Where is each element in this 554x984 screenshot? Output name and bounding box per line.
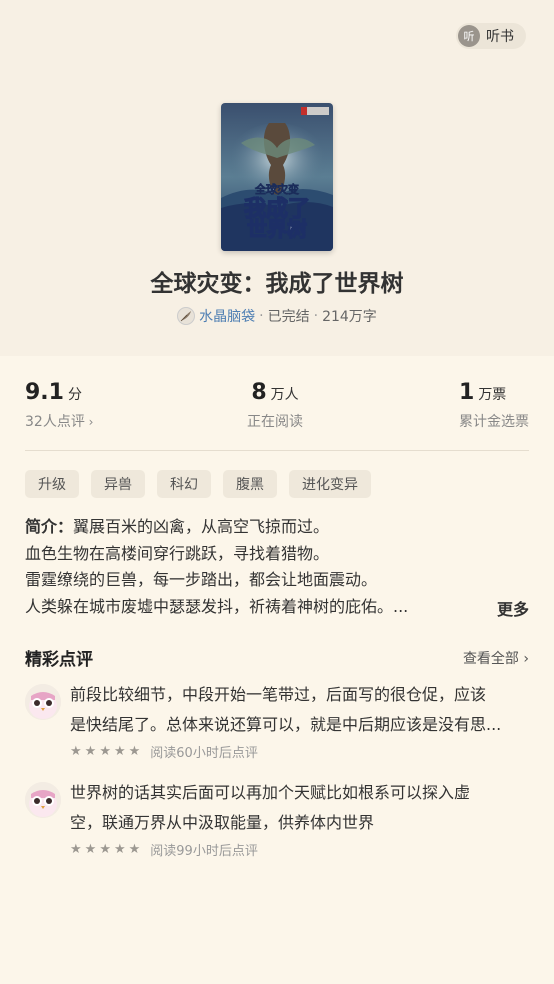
tag-list: 升级 异兽 科幻 腹黑 进化变异 [25, 470, 371, 498]
readers-stat: 8 万人 正在阅读 [247, 380, 303, 431]
intro-line: 翼展百米的凶禽，从高空飞掠而过。 [73, 517, 330, 536]
author-link[interactable]: 水晶脑袋 [199, 306, 255, 326]
votes-unit: 万票 [478, 387, 507, 403]
author-avatar[interactable] [177, 307, 196, 325]
reviewer-avatar[interactable] [25, 782, 61, 818]
rating-value: 9.1 [25, 380, 64, 405]
star-icon: ★ [128, 744, 141, 759]
review-meta: 阅读60小时后点评 [150, 746, 258, 761]
tag[interactable]: 进化变异 [289, 470, 371, 498]
readers-unit: 万人 [270, 387, 299, 403]
star-icon: ★ [128, 842, 141, 857]
book-cover[interactable]: 全球灾变 我成了 世界树 [221, 103, 333, 251]
star-icon: ★ [113, 842, 126, 857]
intro-line: 血色生物在高楼间穿行跳跃，寻找着猎物。 [25, 543, 330, 563]
book-title: 全球灾变：我成了世界树 [150, 271, 404, 297]
svg-text:全球灾变: 全球灾变 [254, 182, 299, 196]
word-count: 214万字 [322, 309, 377, 325]
readers-value: 8 [251, 380, 267, 405]
votes-label: 累计金选票 [459, 414, 529, 430]
votes-stat[interactable]: 1 万票 累计金选票 [459, 380, 529, 431]
reviewer-avatar[interactable] [25, 684, 61, 720]
review-line: 空，联通万界从中汲取能量，供养体内世界 [70, 813, 375, 832]
chevron-right-icon: › [518, 651, 529, 667]
listen-button[interactable]: 听 听书 [456, 23, 526, 49]
owl-avatar-icon [25, 684, 61, 720]
listen-label: 听书 [486, 29, 514, 45]
review-line: 世界树的话其实后面可以再加个天赋比如根系可以探入虚 [70, 783, 471, 802]
star-icon: ★ [113, 744, 126, 759]
review-text: 世界树的话其实后面可以再加个天赋比如根系可以探入虚 空，联通万界从中汲取能量，供… [70, 778, 529, 838]
tag[interactable]: 腹黑 [223, 470, 277, 498]
intro-line: 雷霆缭绕的巨兽，每一步踏出，都会让地面震动。 [25, 570, 378, 589]
votes-value: 1 [459, 380, 475, 405]
rating-count: 32人点评 [25, 414, 85, 430]
chevron-right-icon: › [84, 415, 94, 429]
intro-label: 简介： [25, 517, 74, 536]
star-icon: ★ [70, 744, 82, 759]
tag[interactable]: 升级 [25, 470, 79, 498]
headphone-icon: 听 [458, 25, 480, 47]
review-footer: ★ ★ ★ ★ ★ 阅读60小时后点评 [70, 742, 258, 761]
view-all-label: 查看全部 [462, 651, 519, 667]
rating-unit: 分 [67, 387, 82, 403]
book-status: 已完结 [267, 309, 310, 325]
review-item[interactable]: 世界树的话其实后面可以再加个天赋比如根系可以探入虚 空，联通万界从中汲取能量，供… [25, 782, 529, 862]
star-rating: ★ ★ ★ ★ ★ [70, 745, 140, 758]
review-meta: 阅读99小时后点评 [150, 844, 258, 859]
tag[interactable]: 科幻 [157, 470, 211, 498]
divider [25, 450, 529, 451]
feather-icon [180, 311, 192, 322]
star-icon: ★ [84, 744, 97, 759]
intro-line: 人类躲在城市废墟中瑟瑟发抖，祈祷着神树的庇佑。... [25, 596, 409, 616]
svg-text:世界树: 世界树 [247, 217, 307, 241]
star-rating: ★ ★ ★ ★ ★ [70, 843, 140, 856]
star-icon: ★ [99, 842, 111, 857]
review-text: 前段比较细节，中段开始一笔带过，后面写的很仓促，应该 是快结尾了。总体来说还算可… [70, 680, 529, 740]
readers-label: 正在阅读 [247, 414, 303, 430]
tag[interactable]: 异兽 [91, 470, 145, 498]
book-meta: 水晶脑袋 · 已完结 · 214万字 [0, 306, 554, 326]
separator: · [259, 308, 264, 324]
star-icon: ★ [99, 744, 111, 759]
review-line: 前段比较细节，中段开始一笔带过，后面写的很仓促，应该 [70, 685, 487, 704]
star-icon: ★ [70, 842, 82, 857]
book-stats: 9.1 分 32人点评 › 8 万人 正在阅读 1 万票 累计金选票 [25, 380, 529, 440]
star-icon: ★ [84, 842, 97, 857]
separator: · [313, 308, 319, 324]
review-item[interactable]: 前段比较细节，中段开始一笔带过，后面写的很仓促，应该 是快结尾了。总体来说还算可… [25, 684, 529, 764]
review-line: 是快结尾了。总体来说还算可以，就是中后期应该是没有思... [70, 715, 502, 734]
cover-art: 全球灾变 我成了 世界树 [221, 103, 333, 251]
owl-avatar-icon [25, 782, 61, 818]
book-intro[interactable]: 简介：翼展百米的凶禽，从高空飞掠而过。 血色生物在高楼间穿行跳跃，寻找着猎物。 … [25, 514, 529, 620]
more-button[interactable]: 更多 [497, 596, 529, 620]
reviews-title: 精彩点评 [25, 650, 93, 670]
review-footer: ★ ★ ★ ★ ★ 阅读99小时后点评 [70, 840, 258, 859]
rating-stat[interactable]: 9.1 分 32人点评 › [25, 380, 93, 440]
view-all-link[interactable]: 查看全部 › [463, 648, 529, 668]
